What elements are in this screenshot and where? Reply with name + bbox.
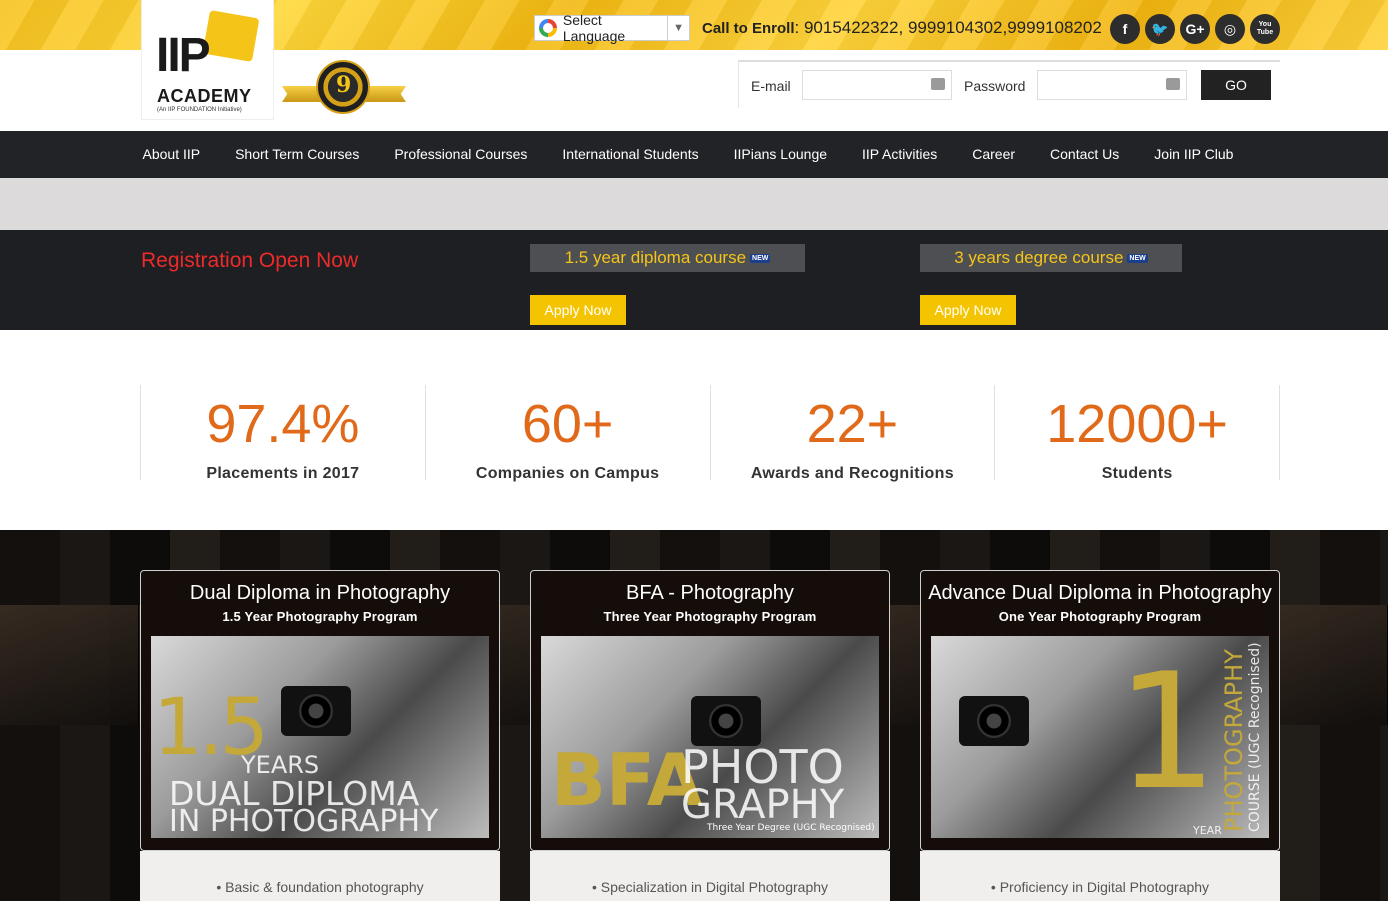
course-name: 1.5 year diploma course [564, 248, 747, 267]
course-name: 3 years degree course [954, 248, 1124, 267]
nav-iipians-lounge[interactable]: IIPians Lounge [716, 131, 844, 178]
login-form: E-mail Password GO [738, 60, 1280, 108]
language-selector[interactable]: Select Language ▼ [534, 12, 690, 44]
site-logo[interactable]: IIP ACADEMY (An IIP FOUNDATION Initiativ… [141, 0, 274, 120]
stats-row: 97.4% Placements in 2017 60+ Companies o… [140, 385, 1280, 482]
image-text-year: YEAR [1193, 824, 1222, 837]
facebook-icon[interactable]: f [1110, 14, 1140, 44]
call-numbers: : 9015422322, 9999104302,9999108202 [794, 18, 1102, 37]
call-label: Call to Enroll [702, 20, 795, 37]
password-manager-icon [1166, 78, 1180, 90]
program-title: Advance Dual Diploma in Photography [928, 582, 1272, 604]
image-caption: Three Year Degree (UGC Recognised) [707, 823, 875, 833]
stat-label: Awards and Recognitions [750, 465, 954, 482]
nav-join-iip-club[interactable]: Join IIP Club [1137, 131, 1251, 178]
program-image[interactable]: BFA PHOTO GRAPHY Three Year Degree (UGC … [541, 636, 879, 838]
stat-value: 60+ [521, 394, 614, 454]
logo-shape [202, 9, 260, 63]
logo-academy: ACADEMY [157, 86, 252, 106]
diploma-course-label[interactable]: 1.5 year diploma course NEW [530, 244, 805, 272]
stat-label: Students [1101, 465, 1173, 482]
bullet-text: Basic & foundation photography [225, 879, 424, 895]
program-card-header: Advance Dual Diploma in Photography One … [920, 570, 1280, 851]
program-bullet: • Basic & foundation photography [216, 879, 424, 895]
dropdown-arrow-icon: ▼ [667, 16, 689, 40]
program-title: BFA - Photography [626, 582, 794, 604]
password-input[interactable] [1037, 70, 1187, 100]
program-card-body: • Proficiency in Digital Photography [920, 851, 1280, 901]
image-text-number: 1 [1116, 638, 1218, 825]
program-image[interactable]: 1.5 YEARS DUAL DIPLOMA IN PHOTOGRAPHY [151, 636, 489, 838]
call-to-enroll: Call to Enroll: 9015422322, 9999104302,9… [702, 18, 1102, 38]
apply-now-degree-button[interactable]: Apply Now [920, 295, 1016, 325]
program-image[interactable]: 1 YEAR PHOTOGRAPHY COURSE (UGC Recognise… [931, 636, 1269, 838]
stat-value: 12000+ [1046, 394, 1228, 454]
program-card-body: • Specialization in Digital Photography [530, 851, 890, 901]
banner-placeholder [0, 178, 1388, 230]
degree-course-label[interactable]: 3 years degree course NEW [920, 244, 1182, 272]
camera-graphic [959, 696, 1029, 746]
logo-tagline: (An IIP FOUNDATION Initiative) [157, 107, 242, 113]
registration-title: Registration Open Now [141, 249, 359, 272]
nav-contact-us[interactable]: Contact Us [1033, 131, 1137, 178]
badge-number: 9 [336, 72, 352, 98]
program-bullet: • Proficiency in Digital Photography [990, 879, 1210, 895]
bullet-text: Specialization in Digital Photography [600, 879, 829, 895]
years-of-excellence-badge: 9 [282, 58, 406, 116]
language-label: Select Language [562, 12, 626, 44]
image-text-line2: IN PHOTOGRAPHY [169, 804, 439, 838]
stat-placements: 97.4% Placements in 2017 [140, 385, 425, 482]
stat-students: 12000+ Students [994, 385, 1280, 482]
nav-iip-activities[interactable]: IIP Activities [845, 131, 955, 178]
new-badge: NEW [750, 253, 771, 263]
google-plus-icon[interactable]: G+ [1180, 14, 1210, 44]
image-text-bfa: BFA [551, 738, 703, 822]
image-text-photography: PHOTOGRAPHY [1220, 649, 1248, 832]
main-nav: About IIP Short Term Courses Professiona… [0, 131, 1388, 178]
image-text-course: COURSE (UGC Recognised) [1247, 642, 1263, 832]
program-card-bfa[interactable]: BFA - Photography Three Year Photography… [530, 570, 890, 901]
youtube-icon[interactable]: You Tube [1250, 14, 1280, 44]
stat-value: 97.4% [206, 394, 360, 454]
nav-professional-courses[interactable]: Professional Courses [377, 131, 545, 178]
programs-section: Dual Diploma in Photography 1.5 Year Pho… [0, 530, 1388, 901]
stat-companies: 60+ Companies on Campus [424, 385, 710, 482]
nav-about[interactable]: About IIP [125, 131, 218, 178]
new-badge: NEW [1127, 253, 1148, 263]
email-label: E-mail [751, 78, 791, 94]
google-icon [539, 19, 557, 37]
password-label: Password [964, 78, 1026, 94]
apply-now-diploma-button[interactable]: Apply Now [530, 295, 626, 325]
stat-value: 22+ [806, 394, 899, 454]
stat-label: Placements in 2017 [206, 465, 360, 482]
program-card-body: • Basic & foundation photography [140, 851, 500, 901]
nav-international-students[interactable]: International Students [545, 131, 716, 178]
program-card-header: BFA - Photography Three Year Photography… [530, 570, 890, 851]
program-card-advance-dual-diploma[interactable]: Advance Dual Diploma in Photography One … [920, 570, 1280, 901]
image-text-graphy: GRAPHY [681, 782, 845, 828]
social-links: f 🐦 G+ ◎ You Tube [1110, 14, 1280, 44]
program-subtitle: 1.5 Year Photography Program [222, 609, 418, 624]
program-bullet: • Specialization in Digital Photography [591, 879, 829, 895]
instagram-icon[interactable]: ◎ [1215, 14, 1245, 44]
program-subtitle: Three Year Photography Program [603, 609, 817, 624]
logo-text: IIP [156, 29, 211, 82]
password-manager-icon [931, 78, 945, 90]
registration-band: Registration Open Now 1.5 year diploma c… [0, 230, 1388, 330]
bullet-text: Proficiency in Digital Photography [999, 879, 1210, 895]
email-input[interactable] [802, 70, 952, 100]
program-title: Dual Diploma in Photography [189, 582, 451, 604]
stat-awards: 22+ Awards and Recognitions [709, 385, 995, 482]
go-button[interactable]: GO [1201, 70, 1271, 100]
program-card-header: Dual Diploma in Photography 1.5 Year Pho… [140, 570, 500, 851]
stat-label: Companies on Campus [475, 465, 660, 482]
nav-career[interactable]: Career [955, 131, 1033, 178]
twitter-icon[interactable]: 🐦 [1145, 14, 1175, 44]
program-subtitle: One Year Photography Program [998, 609, 1202, 624]
camera-graphic [281, 686, 351, 736]
program-card-dual-diploma[interactable]: Dual Diploma in Photography 1.5 Year Pho… [140, 570, 500, 901]
nav-short-term-courses[interactable]: Short Term Courses [218, 131, 377, 178]
